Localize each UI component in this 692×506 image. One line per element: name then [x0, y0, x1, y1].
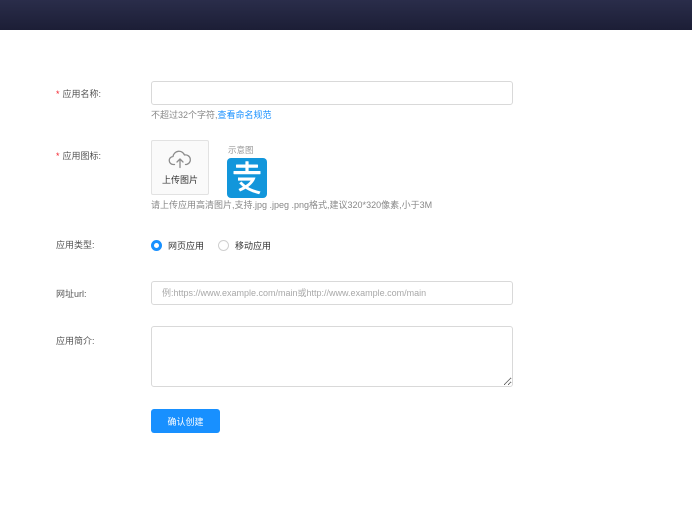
- app-icon-hint: 请上传应用高清图片,支持.jpg .jpeg .png格式,建议320*320像…: [151, 200, 433, 210]
- example-label: 示意图: [228, 145, 254, 155]
- radio-mobile-app[interactable]: 移动应用: [218, 239, 271, 252]
- upload-image-button[interactable]: 上传图片: [151, 140, 209, 195]
- app-icon-label: * 应用图标:: [56, 151, 102, 161]
- radio-checked-icon: [151, 240, 162, 251]
- upload-image-label: 上传图片: [161, 175, 198, 185]
- radio-web-app[interactable]: 网页应用: [151, 239, 204, 252]
- app-intro-textarea[interactable]: [151, 326, 513, 387]
- app-type-label: 应用类型:: [56, 240, 95, 250]
- url-label: 网址url:: [56, 289, 87, 299]
- required-mark: *: [56, 89, 60, 99]
- url-input[interactable]: [151, 281, 513, 305]
- top-nav-bar: [0, 0, 692, 30]
- app-name-input[interactable]: [151, 81, 513, 105]
- app-type-radio-group: 网页应用 移动应用: [151, 239, 285, 252]
- required-mark: *: [56, 151, 60, 161]
- app-intro-label: 应用简介:: [56, 336, 95, 346]
- cloud-upload-icon: [168, 150, 191, 169]
- alipay-zhi-icon: [233, 161, 261, 195]
- radio-unchecked-icon: [218, 240, 230, 251]
- alipay-logo: [227, 158, 267, 198]
- confirm-create-button[interactable]: 确认创建: [151, 409, 220, 433]
- naming-rules-link[interactable]: 查看命名规范: [218, 110, 272, 120]
- app-name-hint: 不超过32个字符,查看命名规范: [151, 110, 272, 120]
- app-name-label: * 应用名称:: [56, 89, 102, 99]
